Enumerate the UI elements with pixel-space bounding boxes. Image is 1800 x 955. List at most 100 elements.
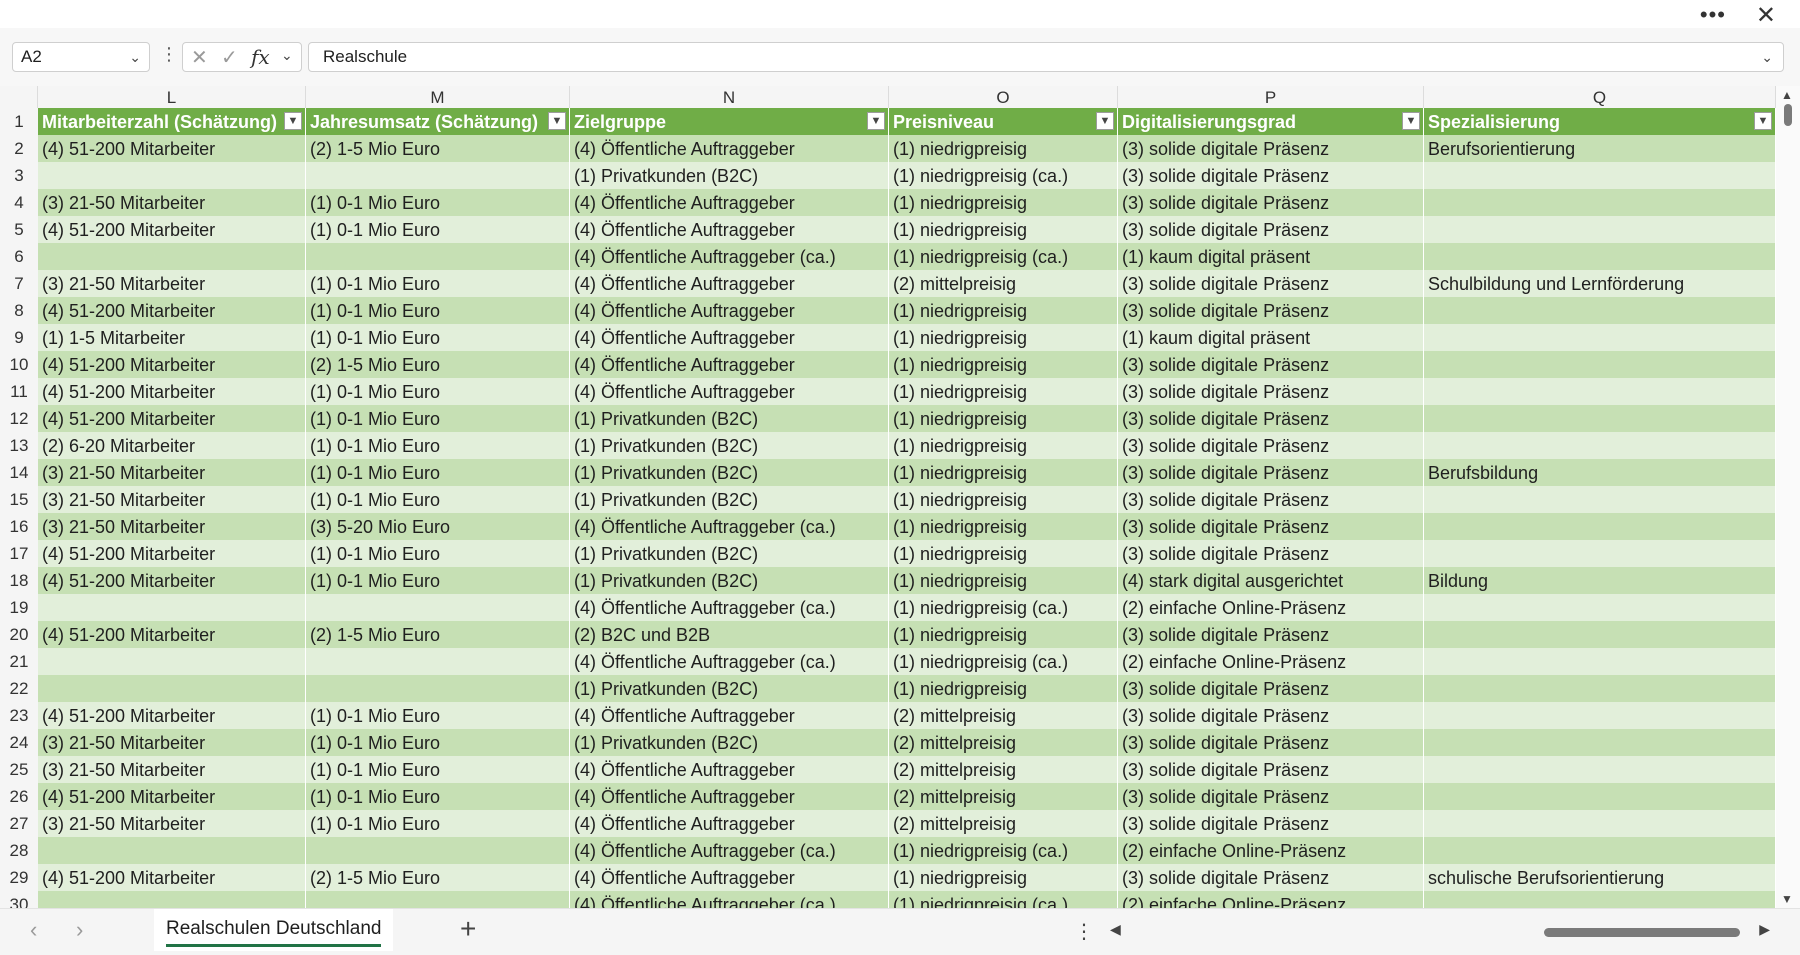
vertical-scrollbar[interactable]: ▲ ▼ (1776, 86, 1800, 908)
table-cell[interactable]: (2) 1-5 Mio Euro (306, 135, 570, 162)
table-cell[interactable]: (4) Öffentliche Auftraggeber (ca.) (570, 243, 889, 270)
table-cell[interactable]: (2) einfache Online-Präsenz (1118, 594, 1424, 621)
row-number[interactable]: 28 (0, 837, 38, 864)
row-number[interactable]: 13 (0, 432, 38, 459)
table-cell[interactable]: (1) niedrigpreisig (ca.) (889, 648, 1118, 675)
table-cell[interactable]: (4) 51-200 Mitarbeiter (38, 297, 306, 324)
table-cell[interactable]: (1) 0-1 Mio Euro (306, 756, 570, 783)
table-cell[interactable]: (4) Öffentliche Auftraggeber (570, 378, 889, 405)
table-cell[interactable]: (2) mittelpreisig (889, 702, 1118, 729)
horizontal-scrollbar[interactable]: ◀ ▶ (1110, 919, 1770, 943)
row-number[interactable]: 27 (0, 810, 38, 837)
row-number[interactable]: 2 (0, 135, 38, 162)
spreadsheet-grid[interactable]: L M N O P Q 1 Mitarbeiterzahl (Schätzung… (0, 86, 1776, 908)
table-cell[interactable]: (3) solide digitale Präsenz (1118, 621, 1424, 648)
table-cell[interactable]: (1) niedrigpreisig (ca.) (889, 891, 1118, 908)
header-cell[interactable]: Zielgruppe ▼ (570, 108, 889, 135)
table-cell[interactable] (38, 594, 306, 621)
table-cell[interactable]: (3) solide digitale Präsenz (1118, 810, 1424, 837)
name-box[interactable]: A2 ⌄ (12, 42, 150, 72)
table-cell[interactable] (306, 675, 570, 702)
filter-dropdown-icon[interactable]: ▼ (1754, 112, 1772, 130)
table-cell[interactable]: (1) kaum digital präsent (1118, 243, 1424, 270)
row-number[interactable]: 14 (0, 459, 38, 486)
table-cell[interactable]: (3) solide digitale Präsenz (1118, 864, 1424, 891)
table-cell[interactable] (1424, 243, 1776, 270)
table-cell[interactable]: (4) Öffentliche Auftraggeber (570, 270, 889, 297)
table-cell[interactable]: Berufsorientierung (1424, 135, 1776, 162)
row-number[interactable]: 16 (0, 513, 38, 540)
column-header-q[interactable]: Q (1424, 86, 1776, 108)
table-cell[interactable]: (1) 0-1 Mio Euro (306, 783, 570, 810)
table-cell[interactable]: (1) 0-1 Mio Euro (306, 540, 570, 567)
table-cell[interactable]: (4) Öffentliche Auftraggeber (570, 351, 889, 378)
table-cell[interactable]: (1) niedrigpreisig (889, 567, 1118, 594)
table-cell[interactable]: (4) Öffentliche Auftraggeber (570, 135, 889, 162)
row-number[interactable]: 23 (0, 702, 38, 729)
table-cell[interactable]: (1) 0-1 Mio Euro (306, 810, 570, 837)
table-cell[interactable]: (1) niedrigpreisig (889, 189, 1118, 216)
table-cell[interactable] (1424, 621, 1776, 648)
table-cell[interactable]: (1) Privatkunden (B2C) (570, 567, 889, 594)
table-cell[interactable]: (1) 0-1 Mio Euro (306, 297, 570, 324)
table-cell[interactable]: (1) 0-1 Mio Euro (306, 567, 570, 594)
scroll-right-icon[interactable]: ▶ (1759, 921, 1770, 938)
table-cell[interactable] (38, 162, 306, 189)
table-cell[interactable]: (1) 0-1 Mio Euro (306, 216, 570, 243)
row-number[interactable]: 20 (0, 621, 38, 648)
scroll-left-icon[interactable]: ◀ (1110, 921, 1121, 938)
table-cell[interactable]: (1) niedrigpreisig (889, 621, 1118, 648)
header-cell[interactable]: Digitalisierungsgrad ▼ (1118, 108, 1424, 135)
table-cell[interactable]: (4) 51-200 Mitarbeiter (38, 216, 306, 243)
row-number[interactable]: 30 (0, 891, 38, 908)
table-cell[interactable] (1424, 513, 1776, 540)
table-cell[interactable]: (1) niedrigpreisig (889, 351, 1118, 378)
row-number[interactable]: 24 (0, 729, 38, 756)
table-cell[interactable]: (4) 51-200 Mitarbeiter (38, 351, 306, 378)
table-cell[interactable]: (2) mittelpreisig (889, 729, 1118, 756)
table-cell[interactable]: (2) einfache Online-Präsenz (1118, 891, 1424, 908)
table-cell[interactable] (306, 837, 570, 864)
header-cell[interactable]: Mitarbeiterzahl (Schätzung) ▼ (38, 108, 306, 135)
table-cell[interactable]: (1) niedrigpreisig (ca.) (889, 594, 1118, 621)
table-cell[interactable]: Schulbildung und Lernförderung (1424, 270, 1776, 297)
table-cell[interactable]: (1) 0-1 Mio Euro (306, 432, 570, 459)
row-number[interactable]: 22 (0, 675, 38, 702)
formula-options-icon[interactable]: ⋮ (160, 44, 178, 65)
table-cell[interactable]: (2) mittelpreisig (889, 756, 1118, 783)
scroll-thumb[interactable] (1784, 104, 1792, 126)
table-cell[interactable]: (4) Öffentliche Auftraggeber (570, 810, 889, 837)
select-all-corner[interactable] (0, 86, 38, 108)
row-number[interactable]: 3 (0, 162, 38, 189)
table-cell[interactable] (1424, 702, 1776, 729)
table-cell[interactable]: (1) Privatkunden (B2C) (570, 486, 889, 513)
column-header-o[interactable]: O (889, 86, 1118, 108)
table-cell[interactable]: schulische Berufsorientierung (1424, 864, 1776, 891)
filter-dropdown-icon[interactable]: ▼ (284, 112, 302, 130)
table-cell[interactable]: (4) Öffentliche Auftraggeber (570, 756, 889, 783)
header-cell[interactable]: Preisniveau ▼ (889, 108, 1118, 135)
table-cell[interactable]: (1) Privatkunden (B2C) (570, 729, 889, 756)
table-cell[interactable]: (1) 0-1 Mio Euro (306, 486, 570, 513)
table-cell[interactable]: (3) 21-50 Mitarbeiter (38, 729, 306, 756)
row-number[interactable]: 6 (0, 243, 38, 270)
table-cell[interactable]: (1) Privatkunden (B2C) (570, 405, 889, 432)
row-number[interactable]: 26 (0, 783, 38, 810)
filter-dropdown-icon[interactable]: ▼ (548, 112, 566, 130)
table-cell[interactable]: (2) einfache Online-Präsenz (1118, 837, 1424, 864)
table-cell[interactable]: (1) 0-1 Mio Euro (306, 702, 570, 729)
table-cell[interactable]: (1) Privatkunden (B2C) (570, 459, 889, 486)
header-cell[interactable]: Spezialisierung ▼ (1424, 108, 1776, 135)
header-cell[interactable]: Jahresumsatz (Schätzung) ▼ (306, 108, 570, 135)
table-cell[interactable]: (2) mittelpreisig (889, 810, 1118, 837)
table-cell[interactable]: (4) 51-200 Mitarbeiter (38, 378, 306, 405)
sheet-options-icon[interactable]: ⋮ (1074, 919, 1094, 944)
table-cell[interactable] (1424, 486, 1776, 513)
table-cell[interactable] (306, 243, 570, 270)
chevron-down-icon[interactable]: ⌄ (281, 47, 293, 64)
table-cell[interactable]: (1) niedrigpreisig (889, 540, 1118, 567)
table-cell[interactable] (1424, 432, 1776, 459)
table-cell[interactable]: (1) kaum digital präsent (1118, 324, 1424, 351)
table-cell[interactable]: (4) 51-200 Mitarbeiter (38, 864, 306, 891)
table-cell[interactable] (38, 648, 306, 675)
